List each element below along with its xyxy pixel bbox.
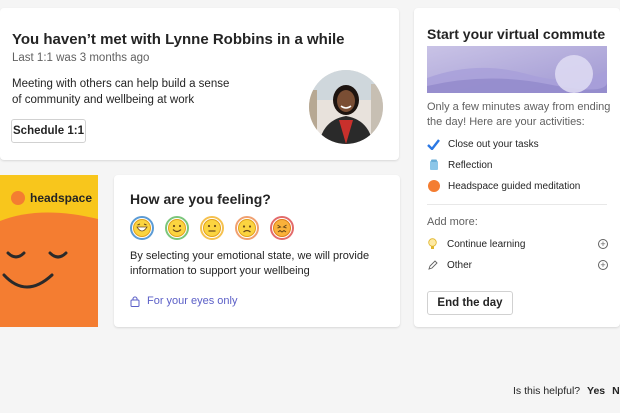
reflection-icon: [427, 159, 440, 172]
feelings-description: By selecting your emotional state, we wi…: [130, 250, 370, 277]
activity-label: Close out your tasks: [448, 138, 539, 150]
headspace-dot-icon: [427, 180, 440, 193]
one-on-one-body: Meeting with others can help build a sen…: [12, 78, 230, 106]
one-on-one-card: You haven’t met with Lynne Robbins in a …: [0, 8, 399, 160]
activity-reflection[interactable]: Reflection: [427, 157, 492, 173]
divider: [427, 204, 607, 205]
worried-face-icon[interactable]: [235, 216, 259, 240]
feedback-prompt: Is this helpful? Yes No: [513, 385, 620, 397]
activity-label: Reflection: [448, 159, 493, 171]
schedule-one-on-one-button[interactable]: Schedule 1:1: [11, 119, 86, 143]
commute-description: Only a few minutes away from ending the …: [427, 101, 611, 128]
avatar: [309, 70, 383, 144]
activity-close-tasks[interactable]: Close out your tasks: [427, 136, 539, 152]
privacy-note: For your eyes only: [130, 295, 237, 307]
grinning-face-icon[interactable]: [130, 216, 154, 240]
last-meeting-text: Last 1:1 was 3 months ago: [12, 52, 150, 64]
headspace-tile[interactable]: headspace: [0, 175, 98, 327]
feelings-title: How are you feeling?: [130, 191, 271, 207]
add-other[interactable]: Other +: [427, 257, 608, 273]
activity-label: Headspace guided meditation: [448, 180, 581, 192]
angry-face-icon[interactable]: [270, 216, 294, 240]
neutral-face-icon[interactable]: [200, 216, 224, 240]
feelings-card: How are you feeling? By selecting your e…: [114, 175, 400, 327]
add-continue-learning[interactable]: Continue learning +: [427, 236, 608, 252]
add-circle-icon[interactable]: +: [598, 260, 608, 270]
add-more-label-text: Continue learning: [447, 238, 526, 250]
add-more-label-text: Other: [447, 259, 473, 271]
one-on-one-title: You haven’t met with Lynne Robbins in a …: [12, 31, 345, 48]
smiling-face-icon[interactable]: [165, 216, 189, 240]
headspace-logo-text: headspace: [30, 191, 93, 205]
end-the-day-button[interactable]: End the day: [427, 291, 513, 315]
commute-banner-image: [427, 46, 607, 93]
privacy-label: For your eyes only: [147, 295, 238, 307]
lock-icon: [130, 296, 140, 307]
feedback-yes-button[interactable]: Yes: [587, 385, 605, 397]
feedback-no-button[interactable]: No: [612, 385, 620, 397]
add-more-label: Add more:: [427, 216, 478, 228]
add-circle-icon[interactable]: +: [598, 239, 608, 249]
pencil-icon: [427, 259, 438, 272]
headspace-logo-icon: [11, 191, 25, 205]
activity-headspace[interactable]: Headspace guided meditation: [427, 178, 580, 194]
virtual-commute-card: Start your virtual commute Only a few mi…: [414, 8, 620, 327]
virtual-commute-title: Start your virtual commute: [427, 26, 606, 42]
lightbulb-icon: [427, 238, 438, 251]
feedback-question: Is this helpful?: [513, 385, 581, 397]
checkmark-icon: [427, 138, 440, 151]
emoji-picker: [130, 216, 294, 240]
